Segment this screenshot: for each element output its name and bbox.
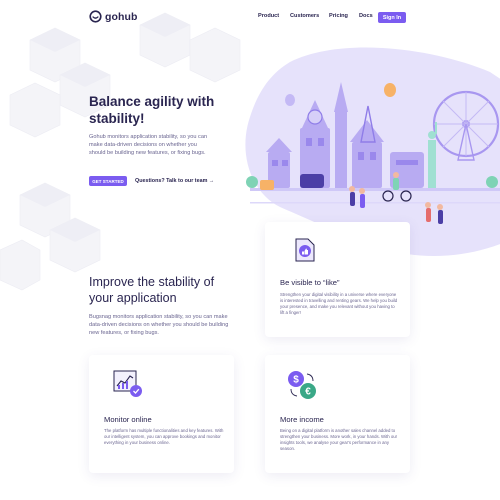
nav-customers[interactable]: Customers [290, 13, 319, 19]
gohub-logo-icon [89, 10, 102, 23]
hero-title: Balance agility with stability! [89, 94, 215, 126]
chart-monitor-icon [113, 370, 142, 397]
hero-description: Gohub monitors application stability, so… [89, 134, 208, 156]
sign-in-button[interactable]: Sign In [378, 12, 406, 23]
logo-text: gohub [105, 10, 138, 23]
brand-logo[interactable]: gohub [89, 10, 138, 23]
card-title: Monitor online [104, 415, 152, 424]
top-navigation: gohub Product Customers Pricing Docs Sig… [0, 0, 500, 36]
nav-product[interactable]: Product [258, 13, 279, 19]
card-description: Being on a digital platform is another s… [280, 428, 398, 451]
nav-pricing[interactable]: Pricing [329, 13, 348, 19]
card-description: Strengthen your digital visibility in a … [280, 292, 398, 315]
talk-to-team-link[interactable]: Questions? Talk to our team → [135, 178, 214, 184]
nav-docs[interactable]: Docs [359, 13, 373, 19]
currency-exchange-icon: $ € [288, 371, 316, 399]
like-document-icon [295, 238, 315, 262]
section-title: Improve the stability of your applicatio… [89, 275, 215, 305]
feature-card-monitor: Monitor online The platform has multiple… [89, 355, 234, 473]
svg-text:€: € [305, 387, 311, 398]
card-title: Be visible to “like” [280, 278, 340, 287]
section-description: Bugsnag monitors application stability, … [89, 314, 229, 336]
feature-card-income: $ € More income Being on a digital platf… [265, 355, 410, 473]
card-description: The platform has multiple functionalitie… [104, 428, 224, 445]
card-title: More income [280, 415, 324, 424]
svg-text:$: $ [293, 375, 299, 386]
get-started-button[interactable]: GET STARTED [89, 176, 127, 186]
feature-card-visibility: Be visible to “like” Strengthen your dig… [265, 222, 410, 337]
